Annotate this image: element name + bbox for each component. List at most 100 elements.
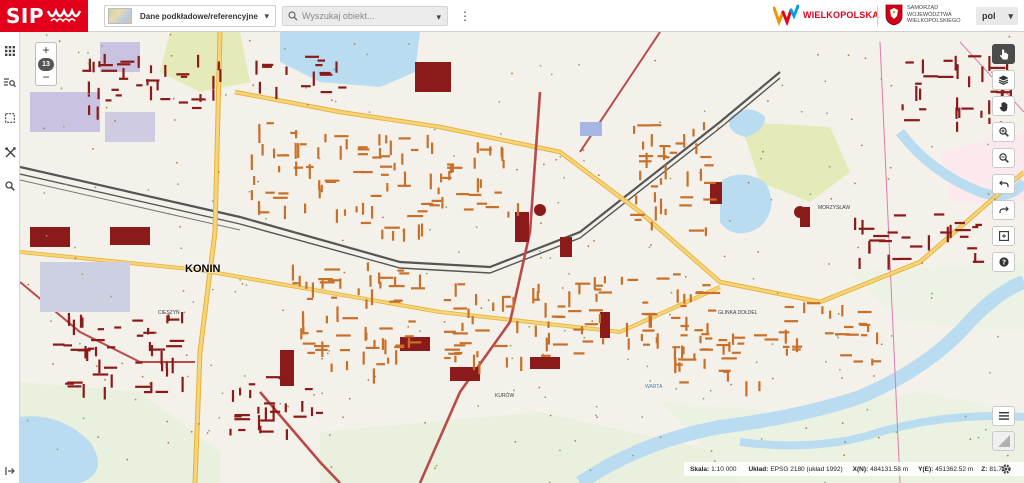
map-building [258, 211, 270, 214]
map-building [688, 229, 705, 232]
map-dot [771, 343, 774, 345]
map-building [485, 206, 500, 209]
map-building [650, 221, 653, 231]
map-dot [498, 101, 501, 103]
map-building [598, 291, 613, 294]
map-building [981, 66, 984, 83]
map-building [547, 321, 550, 328]
basemap-label: Dane podkładowe/referencyjne [140, 11, 258, 21]
map-building [961, 107, 974, 110]
redo-button[interactable] [992, 200, 1015, 220]
search-icon[interactable] [3, 179, 17, 193]
map-dot [563, 329, 566, 332]
map-dot [887, 178, 890, 180]
layers-button[interactable] [992, 70, 1015, 90]
undo-button[interactable] [992, 174, 1015, 194]
map-dot [781, 84, 784, 87]
map-building [389, 140, 392, 156]
apps-grid-icon[interactable] [3, 44, 17, 58]
map-dot [434, 467, 436, 470]
map-canvas[interactable] [20, 32, 1024, 483]
map-dot [334, 100, 337, 103]
zoom-in-tool-button[interactable] [992, 122, 1015, 142]
wielkopolska-mark-icon [773, 4, 799, 26]
map-building [595, 293, 598, 302]
sip-logo[interactable]: SIP [0, 0, 88, 32]
settings-gear-icon[interactable] [1000, 462, 1012, 480]
map-building [239, 388, 242, 396]
map-building [582, 340, 594, 343]
map-dot [767, 100, 769, 102]
language-select[interactable]: pol ▾ [976, 7, 1018, 25]
map-dot [710, 450, 713, 452]
chevron-down-icon[interactable]: ▾ [436, 12, 441, 23]
pointer-tool-button[interactable] [992, 44, 1015, 64]
map-building [689, 294, 692, 303]
map-building [258, 205, 261, 215]
map-building [533, 298, 540, 301]
map-building [321, 280, 324, 289]
map-dot [487, 299, 490, 302]
map-building [191, 98, 206, 101]
map-building [633, 125, 636, 134]
map-dot [675, 387, 678, 390]
full-extent-button[interactable] [992, 226, 1015, 246]
map-building [627, 338, 630, 350]
search-list-icon[interactable] [3, 76, 17, 90]
map-building [306, 297, 313, 300]
tools-icon[interactable] [3, 145, 17, 159]
more-menu-icon[interactable]: ⋮ [459, 9, 471, 23]
map-dot [669, 177, 672, 180]
legend-button[interactable] [992, 406, 1015, 426]
map-building [899, 257, 912, 260]
map-building [685, 316, 688, 331]
map-dot [760, 438, 763, 440]
map-building [231, 390, 235, 402]
map-dot [447, 352, 450, 355]
map-building [472, 354, 476, 371]
map-dot [699, 171, 702, 174]
zoom-out-tool-button[interactable] [992, 148, 1015, 168]
map-dot [826, 112, 828, 115]
basemap-select[interactable]: Dane podkładowe/referencyjne ▾ [104, 5, 276, 27]
map-dot [659, 436, 662, 439]
zoom-out-button[interactable]: − [36, 71, 56, 85]
y-value: 451362.52 m [935, 465, 974, 473]
map-building [82, 69, 92, 72]
map-building [731, 351, 741, 354]
select-area-icon[interactable] [3, 111, 17, 125]
minimap-toggle-button[interactable] [992, 431, 1015, 451]
map-building [65, 382, 74, 385]
map-building [178, 101, 188, 104]
map-dot [844, 441, 847, 443]
map-building [362, 351, 365, 365]
map-building [98, 359, 101, 374]
map-building [988, 100, 991, 115]
map-building [545, 337, 548, 352]
zoom-in-button[interactable]: + [36, 43, 56, 57]
svg-text:?: ? [1001, 259, 1005, 267]
map-dot [841, 377, 843, 379]
map-building [273, 148, 276, 159]
search-input[interactable] [302, 11, 432, 21]
map-dot [343, 271, 346, 274]
map-building [734, 336, 746, 339]
map-building [958, 107, 961, 118]
help-button[interactable]: ? [992, 252, 1015, 272]
map-dot [550, 73, 553, 76]
collapse-arrow-icon[interactable] [3, 464, 17, 478]
pan-button[interactable] [992, 96, 1015, 116]
map-building [651, 124, 662, 127]
map-building [401, 153, 404, 165]
map-building [923, 75, 939, 78]
map-building [656, 333, 659, 349]
map-dot [648, 246, 651, 249]
map-building [681, 345, 684, 358]
map-building [975, 223, 982, 226]
map-dot [591, 320, 594, 322]
map-building [919, 108, 927, 111]
search-box[interactable]: ▾ [282, 6, 448, 26]
map-building [824, 332, 834, 335]
map-building [639, 170, 642, 181]
map-dot [77, 51, 80, 54]
